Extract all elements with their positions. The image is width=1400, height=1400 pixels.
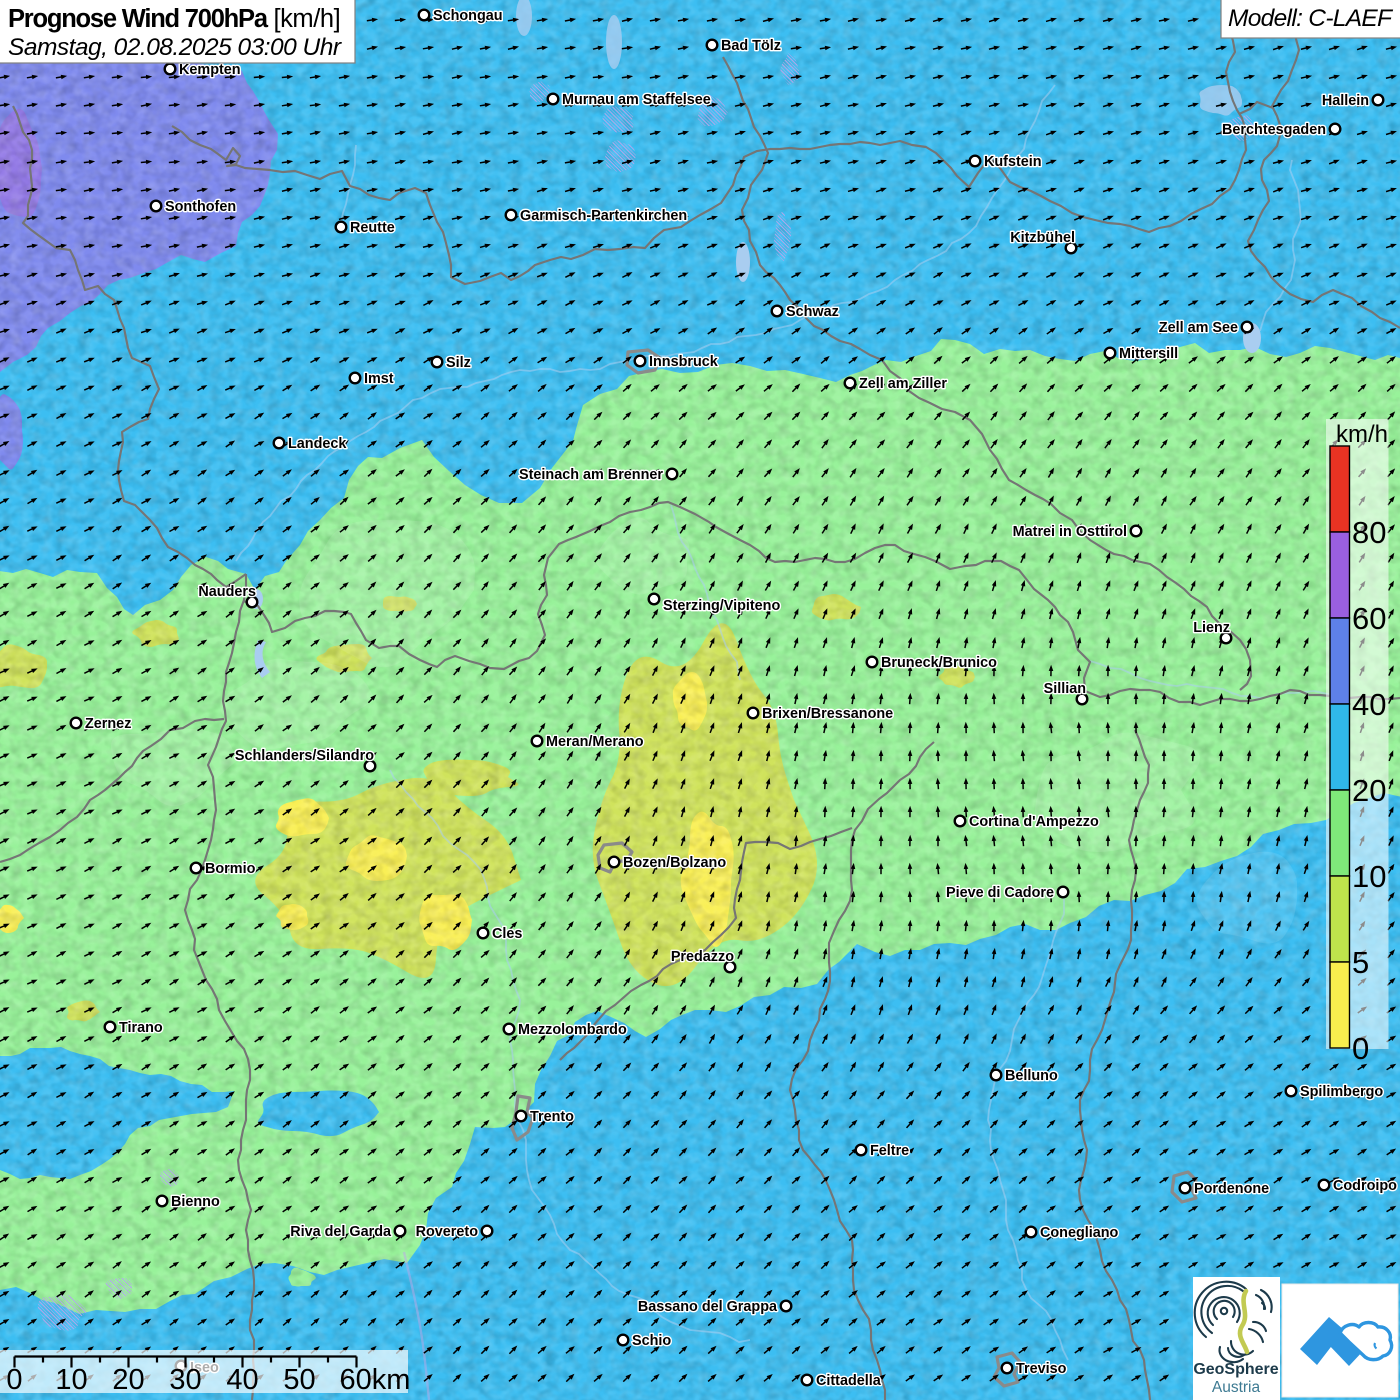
svg-text:Belluno: Belluno [1005,1068,1058,1084]
svg-text:Hallein: Hallein [1322,93,1369,109]
svg-text:Steinach am Brenner: Steinach am Brenner [519,467,663,483]
svg-text:30: 30 [169,1364,201,1396]
svg-text:Mittersill: Mittersill [1119,346,1178,362]
svg-text:Pieve di Cadore: Pieve di Cadore [946,885,1054,901]
svg-text:60: 60 [1352,601,1386,636]
svg-text:Bormio: Bormio [205,861,256,877]
svg-text:Conegliano: Conegliano [1040,1225,1119,1241]
svg-text:80: 80 [1352,515,1386,550]
svg-text:km/h: km/h [1336,421,1388,448]
svg-text:10: 10 [55,1364,87,1396]
svg-text:Landeck: Landeck [288,436,347,452]
svg-text:Prognose Wind 700hPa [km/h]: Prognose Wind 700hPa [km/h] [8,5,341,33]
svg-text:Murnau am Staffelsee: Murnau am Staffelsee [562,92,711,108]
svg-text:Imst: Imst [364,371,394,387]
svg-text:Zell am See: Zell am See [1159,320,1238,336]
svg-text:Trento: Trento [530,1109,574,1125]
svg-text:Innsbruck: Innsbruck [649,354,719,370]
svg-text:50: 50 [283,1364,315,1396]
svg-text:Modell: C-LAEF: Modell: C-LAEF [1228,5,1394,32]
svg-text:Bad Tölz: Bad Tölz [721,38,781,54]
svg-text:Predazzo: Predazzo [671,949,734,965]
svg-text:Reutte: Reutte [350,220,395,236]
svg-text:Bruneck/Brunico: Bruneck/Brunico [881,655,997,671]
svg-text:Schio: Schio [632,1333,671,1349]
svg-text:Garmisch-Partenkirchen: Garmisch-Partenkirchen [520,208,687,224]
svg-text:5: 5 [1352,945,1369,980]
svg-text:Nauders: Nauders [198,584,256,600]
svg-text:Feltre: Feltre [870,1143,909,1159]
svg-text:Cortina d'Ampezzo: Cortina d'Ampezzo [969,814,1099,830]
svg-text:40: 40 [226,1364,258,1396]
svg-text:Treviso: Treviso [1016,1361,1067,1377]
svg-text:Bienno: Bienno [171,1194,220,1210]
svg-text:Spilimbergo: Spilimbergo [1300,1084,1383,1100]
svg-text:Cles: Cles [492,926,522,942]
svg-text:Kufstein: Kufstein [984,154,1042,170]
svg-text:Lienz: Lienz [1193,620,1230,636]
svg-text:0: 0 [1352,1031,1369,1066]
svg-text:Schongau: Schongau [433,8,503,24]
svg-text:20: 20 [1352,773,1386,808]
svg-text:Brixen/Bressanone: Brixen/Bressanone [762,706,893,722]
svg-text:Sonthofen: Sonthofen [165,199,236,215]
svg-text:Sillian: Sillian [1044,681,1086,697]
svg-text:Austria: Austria [1212,1379,1261,1396]
svg-text:Berchtesgaden: Berchtesgaden [1222,122,1326,138]
svg-text:GeoSphere: GeoSphere [1193,1361,1278,1378]
svg-text:Samstag, 02.08.2025 03:00 Uhr: Samstag, 02.08.2025 03:00 Uhr [8,34,342,61]
svg-text:Cittadella: Cittadella [816,1373,882,1389]
svg-text:Kempten: Kempten [179,62,241,78]
svg-text:Kitzbühel: Kitzbühel [1010,230,1075,246]
svg-text:10: 10 [1352,859,1386,894]
svg-text:Mezzolombardo: Mezzolombardo [518,1022,627,1038]
svg-text:Bozen/Bolzano: Bozen/Bolzano [623,855,726,871]
svg-text:Rovereto: Rovereto [416,1224,479,1240]
svg-text:Bassano del Grappa: Bassano del Grappa [638,1299,778,1315]
svg-text:Tirano: Tirano [119,1020,163,1036]
svg-text:Silz: Silz [446,355,471,371]
svg-text:Matrei in Osttirol: Matrei in Osttirol [1013,524,1127,540]
svg-text:60km: 60km [340,1364,411,1396]
svg-text:Riva del Garda: Riva del Garda [290,1224,392,1240]
svg-text:Meran/Merano: Meran/Merano [546,734,644,750]
svg-text:Codroipo: Codroipo [1333,1178,1397,1194]
svg-text:20: 20 [112,1364,144,1396]
svg-text:40: 40 [1352,687,1386,722]
svg-text:Zernez: Zernez [85,716,131,732]
svg-text:Pordenone: Pordenone [1194,1181,1269,1197]
svg-text:0: 0 [6,1364,22,1396]
svg-text:Sterzing/Vipiteno: Sterzing/Vipiteno [663,598,780,614]
svg-text:Zell am Ziller: Zell am Ziller [859,376,947,392]
svg-text:Schlanders/Silandro: Schlanders/Silandro [235,748,374,764]
svg-text:Schwaz: Schwaz [786,304,839,320]
